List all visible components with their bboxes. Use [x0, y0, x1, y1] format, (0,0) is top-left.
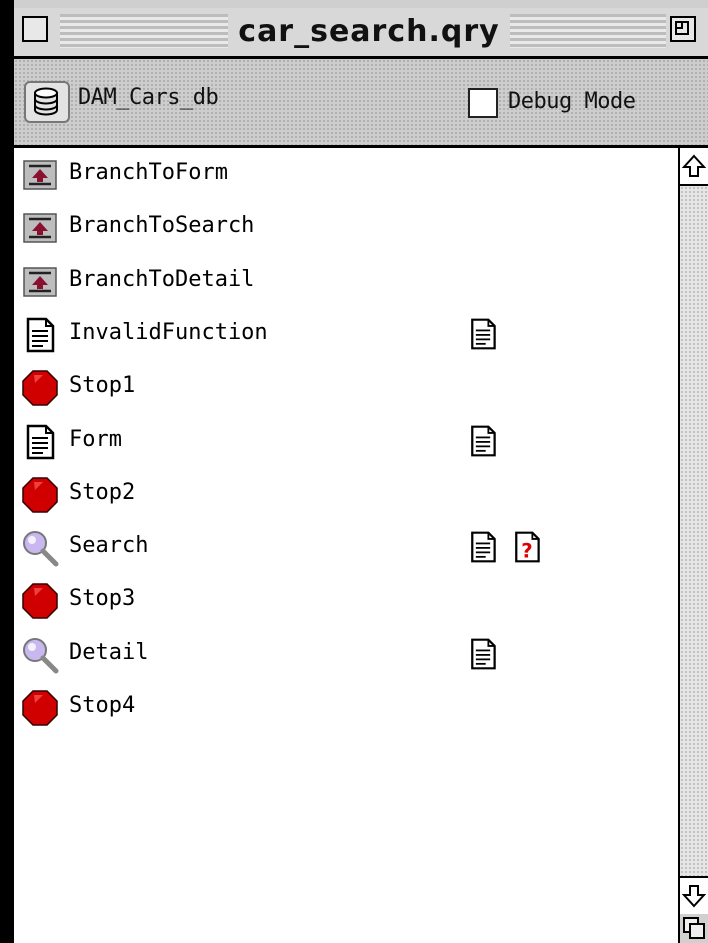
zoom-box-button[interactable]	[670, 16, 696, 42]
database-button[interactable]	[24, 81, 70, 123]
document-icon[interactable]	[466, 530, 500, 564]
list-item-label: BranchToDetail	[69, 266, 255, 292]
document-icon	[21, 423, 59, 461]
title-bar-stripes-left	[60, 14, 228, 48]
list-item[interactable]: Stop3	[14, 578, 678, 624]
document-icon[interactable]	[466, 424, 500, 458]
grow-box[interactable]	[680, 914, 708, 943]
svg-text:?: ?	[521, 540, 532, 563]
stop-icon	[21, 582, 59, 620]
list-item[interactable]: BranchToForm	[14, 152, 678, 198]
list-item-label: Stop1	[69, 373, 136, 399]
stop-icon	[21, 369, 59, 407]
scroll-track[interactable]	[680, 186, 708, 876]
list-item[interactable]: BranchToSearch	[14, 205, 678, 251]
list-item-label: BranchToForm	[69, 160, 228, 185]
resize-icon	[683, 917, 705, 939]
list-item-label: Stop2	[69, 479, 136, 505]
close-box-button[interactable]	[22, 16, 48, 42]
list-item-label: Stop4	[69, 693, 136, 718]
toolbar: DAM_Cars_db Debug Mode	[14, 59, 708, 148]
list-item[interactable]: Stop2	[14, 472, 678, 518]
list-item-label: Detail	[69, 639, 149, 665]
window-title: car_search.qry	[238, 14, 500, 49]
list-item[interactable]: Stop4	[14, 685, 678, 731]
branch-icon	[21, 263, 59, 301]
list-item[interactable]: Search ?	[14, 525, 678, 571]
title-bar[interactable]: car_search.qry	[14, 8, 708, 59]
document-icon[interactable]	[466, 637, 500, 671]
list-item-label: Form	[69, 426, 122, 452]
branch-icon	[21, 156, 59, 194]
magnifier-icon	[21, 529, 59, 567]
magnifier-icon	[21, 636, 59, 674]
list-item-label: BranchToSearch	[69, 213, 255, 239]
query-window: car_search.qry DAM_Cars_db Debug Mode Br…	[14, 0, 708, 943]
stop-icon	[21, 476, 59, 514]
list-item[interactable]: InvalidFunction	[14, 312, 678, 358]
document-icon[interactable]	[466, 317, 500, 351]
database-icon	[34, 87, 58, 116]
branch-icon	[21, 209, 59, 247]
arrow-up-icon	[681, 154, 707, 177]
title-bar-stripes-right	[510, 14, 666, 48]
list-item-label: Stop3	[69, 586, 136, 612]
list-item[interactable]: BranchToDetail	[14, 259, 678, 305]
list-item-label: InvalidFunction	[69, 319, 268, 345]
scroll-down-button[interactable]	[680, 876, 708, 916]
document-icon	[21, 316, 59, 354]
query-step-list: BranchToForm BranchToSearch BranchToDeta…	[14, 148, 678, 943]
debug-mode-checkbox[interactable]	[468, 88, 498, 118]
vertical-scrollbar[interactable]	[678, 148, 708, 943]
stop-icon	[21, 689, 59, 727]
database-name: DAM_Cars_db	[78, 85, 219, 110]
list-item[interactable]: Stop1	[14, 365, 678, 411]
scroll-up-button[interactable]	[680, 148, 708, 186]
list-item-label: Search	[69, 533, 149, 559]
debug-mode-label[interactable]: Debug Mode	[508, 89, 636, 114]
list-item[interactable]: Detail	[14, 632, 678, 678]
arrow-down-icon	[681, 885, 707, 908]
help-document-icon[interactable]: ?	[510, 530, 544, 564]
list-item[interactable]: Form	[14, 419, 678, 465]
